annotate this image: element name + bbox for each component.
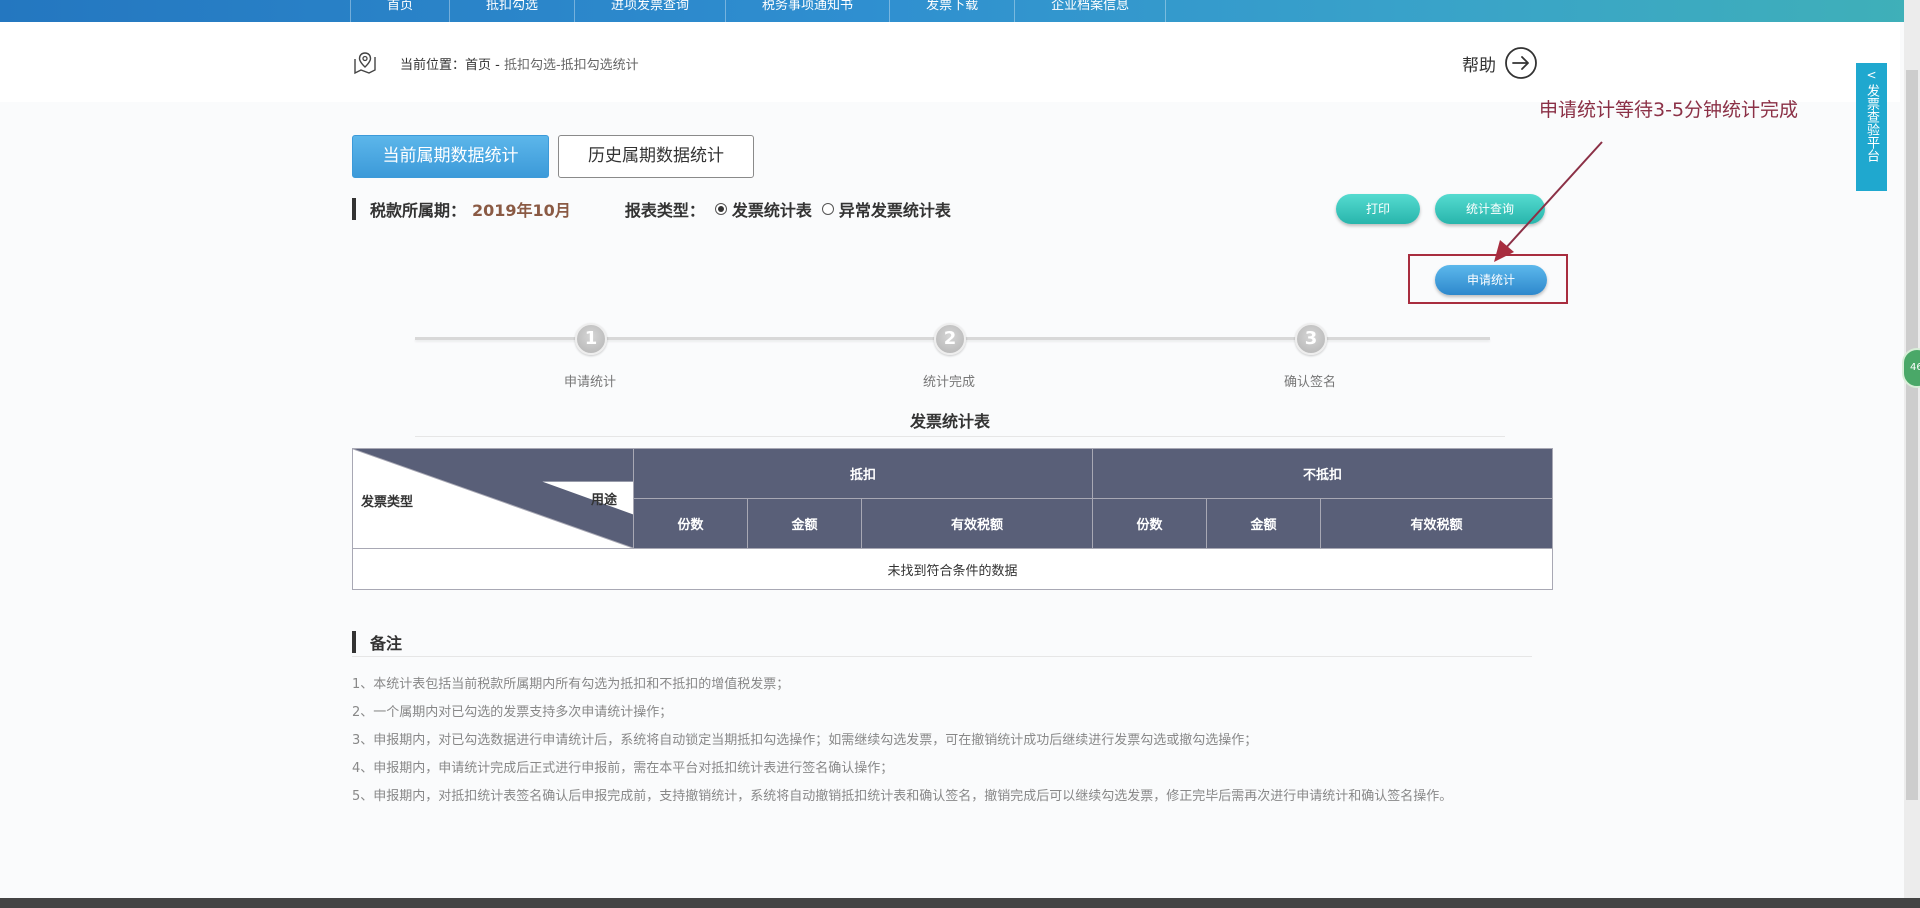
step-2-circle: 2 [934, 323, 966, 355]
table-corner-cell: 发票类型 用途 [352, 448, 634, 549]
empty-message: 未找到符合条件的数据 [351, 548, 1554, 590]
breadcrumb-current: 抵扣勾选-抵扣勾选统计 [503, 58, 639, 73]
col-header-amount: 金额 [1206, 498, 1322, 549]
tab-current-period[interactable]: 当前属期数据统计 [352, 135, 549, 178]
help-label: 帮助 [1462, 55, 1496, 76]
nav-item-tax-notice[interactable]: 税务事项通知书 [726, 0, 891, 22]
nav-item-invoice-download[interactable]: 发票下载 [890, 0, 1016, 22]
nav-item-deduction[interactable]: 抵扣勾选 [450, 0, 576, 22]
radio-dot-unchecked[interactable] [821, 203, 834, 215]
tab-history-period[interactable]: 历史属期数据统计 [558, 135, 754, 178]
table-title: 发票统计表 [909, 412, 990, 431]
period-label: 税款所属期： [370, 201, 467, 220]
corner-label-invoice-type: 发票类型 [361, 495, 414, 510]
radio-dot-checked[interactable] [714, 203, 727, 215]
scrollbar-thumb[interactable] [1906, 70, 1918, 800]
remark-item: 2、一个属期内对已勾选的发票支持多次申请统计操作； [352, 705, 673, 720]
divider [415, 436, 1505, 437]
annotation-arrow-icon [1494, 141, 1603, 262]
nav-item-home[interactable]: 首页 [350, 0, 451, 22]
remark-item: 1、本统计表包括当前税款所属期内所有勾选为抵扣和不抵扣的增值税发票； [352, 677, 790, 692]
period-row: 税款所属期： 2019年10月 报表类型： 发票统计表 异常发票统计表 [352, 197, 951, 221]
report-type-label: 报表类型： [624, 201, 705, 220]
step-3-label: 确认签名 [1284, 375, 1337, 390]
remarks-header: 备注 [352, 630, 402, 654]
remarks-list: 1、本统计表包括当前税款所属期内所有勾选为抵扣和不抵扣的增值税发票； 2、一个属… [352, 671, 1552, 811]
invoice-verification-label: 发票查验平台 [1864, 84, 1879, 162]
radio-abnormal-invoice-stats-label: 异常发票统计表 [838, 201, 951, 220]
step-1-label: 申请统计 [564, 375, 617, 390]
col-header-tax: 有效税额 [1320, 498, 1554, 549]
col-header-tax: 有效税额 [860, 498, 1094, 549]
top-nav-items: 首页 抵扣勾选 进项发票查询 税务事项通知书 发票下载 企业档案信息 [350, 0, 1167, 22]
invoice-verification-float[interactable]: < 发票查验平台 [1856, 63, 1887, 191]
remarks-title: 备注 [370, 634, 403, 653]
corner-label-usage: 用途 [590, 493, 617, 508]
radio-invoice-stats-label: 发票统计表 [731, 201, 812, 220]
step-3-circle: 3 [1295, 323, 1327, 355]
period-value: 2019年10月 [472, 201, 571, 220]
divider [352, 656, 1532, 657]
col-header-count: 份数 [1092, 498, 1208, 549]
floating-badge[interactable]: 46 [1902, 348, 1920, 388]
nav-item-company-profile[interactable]: 企业档案信息 [1015, 0, 1167, 22]
location-pin-icon [354, 52, 376, 75]
remark-item: 3、申报期内，对已勾选数据进行申请统计后，系统将自动锁定当期抵扣勾选操作；如需继… [352, 733, 1258, 748]
col-header-count: 份数 [633, 498, 748, 549]
table-empty-row: 未找到符合条件的数据 [351, 548, 1554, 590]
arrow-right-circle-icon [1505, 47, 1537, 79]
remark-item: 4、申报期内，申请统计完成后正式进行申报前，需在本平台对抵扣统计表进行签名确认操… [352, 761, 894, 776]
print-button[interactable]: 打印 [1336, 194, 1420, 224]
remark-item: 5、申报期内，对抵扣统计表签名确认后申报完成前，支持撤销统计，系统将自动撤销抵扣… [352, 789, 1453, 804]
section-marker [352, 198, 356, 220]
step-1-circle: 1 [575, 323, 607, 355]
nav-item-invoice-query[interactable]: 进项发票查询 [575, 0, 727, 22]
radio-abnormal-invoice-stats[interactable]: 异常发票统计表 [821, 197, 951, 221]
table-header-row: 发票类型 用途 抵扣 不抵扣 [352, 448, 1554, 549]
chevron-left-icon: < [1866, 68, 1877, 82]
group-header-non-deductible: 不抵扣 [1092, 448, 1554, 499]
help-link[interactable]: 帮助 [1462, 46, 1538, 80]
annotation-text: 申请统计等待3-5分钟统计完成 [1539, 99, 1799, 121]
breadcrumb-bar: 当前位置：首页 - 抵扣勾选-抵扣勾选统计 帮助 [0, 22, 1900, 102]
section-marker [352, 631, 356, 653]
col-header-amount: 金额 [747, 498, 862, 549]
step-2-label: 统计完成 [923, 375, 976, 390]
breadcrumb-prefix[interactable]: 当前位置：首页 - [400, 58, 504, 73]
top-nav: 首页 抵扣勾选 进项发票查询 税务事项通知书 发票下载 企业档案信息 [0, 0, 1920, 22]
invoice-stats-table: 发票类型 用途 抵扣 不抵扣 份数 金额 有效税额 份数 金额 有效税额 未找到… [351, 448, 1554, 590]
breadcrumb: 当前位置：首页 - 抵扣勾选-抵扣勾选统计 [400, 54, 639, 73]
bottom-bar [0, 898, 1920, 908]
radio-invoice-stats[interactable]: 发票统计表 [714, 197, 812, 221]
group-header-deductible: 抵扣 [632, 448, 1094, 499]
